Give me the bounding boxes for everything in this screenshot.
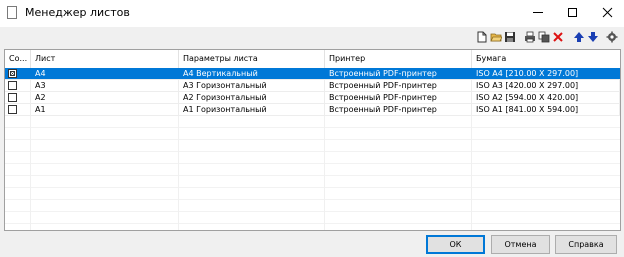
empty-row <box>5 152 620 164</box>
printer-cell: Встроенный PDF-принтер <box>325 80 472 92</box>
save-button[interactable] <box>504 31 516 43</box>
page-setup-cell: А4 Вертикальный <box>183 69 258 78</box>
new-sheet-button[interactable] <box>476 31 488 43</box>
empty-row <box>5 128 620 140</box>
current-sheet-checkbox[interactable] <box>8 105 17 114</box>
close-icon <box>602 7 612 17</box>
page-setup-cell: А2 Горизонтальный <box>179 92 325 104</box>
sheet-name-cell: А2 <box>31 92 179 104</box>
title-bar: Менеджер листов <box>0 0 624 27</box>
open-button[interactable] <box>490 31 502 43</box>
current-sheet-checkbox[interactable] <box>8 93 17 102</box>
maximize-icon <box>567 7 577 17</box>
empty-row <box>5 200 620 212</box>
move-up-icon <box>574 32 584 42</box>
paper-cell: ISO A4 [210.00 X 297.00] <box>476 69 579 78</box>
move-up-button[interactable] <box>573 31 585 43</box>
table-row[interactable]: А3 А3 Горизонтальный Встроенный PDF-прин… <box>5 80 620 92</box>
empty-row <box>5 140 620 152</box>
paper-cell: ISO A1 [841.00 X 594.00] <box>472 104 620 116</box>
column-header-paper[interactable]: Бумага <box>472 50 620 68</box>
minimize-button[interactable] <box>521 0 555 24</box>
open-folder-icon <box>490 33 502 42</box>
copy-icon <box>538 31 550 43</box>
print-settings-icon <box>525 31 535 43</box>
table-row[interactable]: А2 А2 Горизонтальный Встроенный PDF-прин… <box>5 92 620 104</box>
move-down-icon <box>588 32 598 42</box>
column-divider <box>178 116 179 230</box>
current-sheet-checkbox[interactable] <box>8 81 17 90</box>
empty-row <box>5 116 620 128</box>
page-setup-cell: А3 Горизонтальный <box>179 80 325 92</box>
column-header-sheet[interactable]: Лист <box>31 50 179 68</box>
column-header-page-setup[interactable]: Параметры листа <box>179 50 325 68</box>
delete-sheet-button[interactable] <box>552 31 564 43</box>
column-divider <box>30 116 31 230</box>
maximize-button[interactable] <box>555 0 589 24</box>
help-button[interactable]: Справка <box>555 235 617 254</box>
minimize-icon <box>533 11 543 13</box>
settings-icon <box>606 31 618 43</box>
cancel-button[interactable]: Отмена <box>491 235 550 254</box>
sheet-name-cell: А1 <box>31 104 179 116</box>
printer-cell: Встроенный PDF-принтер <box>325 104 472 116</box>
table-row[interactable]: А4 А4 Вертикальный Встроенный PDF-принте… <box>5 68 620 80</box>
settings-button[interactable] <box>606 31 618 43</box>
column-header-current[interactable]: Со... <box>5 50 31 68</box>
printer-cell: Встроенный PDF-принтер <box>329 69 437 78</box>
close-button[interactable] <box>590 0 624 24</box>
paper-cell: ISO A2 [594.00 X 420.00] <box>472 92 620 104</box>
empty-row <box>5 212 620 224</box>
new-document-icon <box>477 31 487 43</box>
sheet-name-cell: А3 <box>31 80 179 92</box>
page-setup-button[interactable] <box>524 31 536 43</box>
move-down-button[interactable] <box>587 31 599 43</box>
current-sheet-checkbox[interactable] <box>8 69 17 78</box>
empty-row <box>5 188 620 200</box>
sheet-table: Со... Лист Параметры листа Принтер Бумаг… <box>4 49 621 231</box>
column-divider <box>471 116 472 230</box>
empty-row <box>5 164 620 176</box>
toolbar <box>0 27 624 47</box>
paper-cell: ISO A3 [420.00 X 297.00] <box>472 80 620 92</box>
save-icon <box>505 32 515 42</box>
ok-button[interactable]: ОК <box>426 235 485 254</box>
table-row[interactable]: А1 А1 Горизонтальный Встроенный PDF-прин… <box>5 104 620 116</box>
printer-cell: Встроенный PDF-принтер <box>325 92 472 104</box>
column-divider <box>324 116 325 230</box>
table-header: Со... Лист Параметры листа Принтер Бумаг… <box>5 50 620 69</box>
window-title: Менеджер листов <box>25 6 130 19</box>
delete-icon <box>553 32 563 42</box>
column-header-printer[interactable]: Принтер <box>325 50 472 68</box>
app-icon <box>7 6 17 19</box>
page-setup-cell: А1 Горизонтальный <box>179 104 325 116</box>
sheet-manager-window: Менеджер листов Со... Лист Параметры лис… <box>0 0 624 257</box>
sheet-name-cell: А4 <box>35 69 46 78</box>
empty-row <box>5 176 620 188</box>
copy-sheet-button[interactable] <box>538 31 550 43</box>
